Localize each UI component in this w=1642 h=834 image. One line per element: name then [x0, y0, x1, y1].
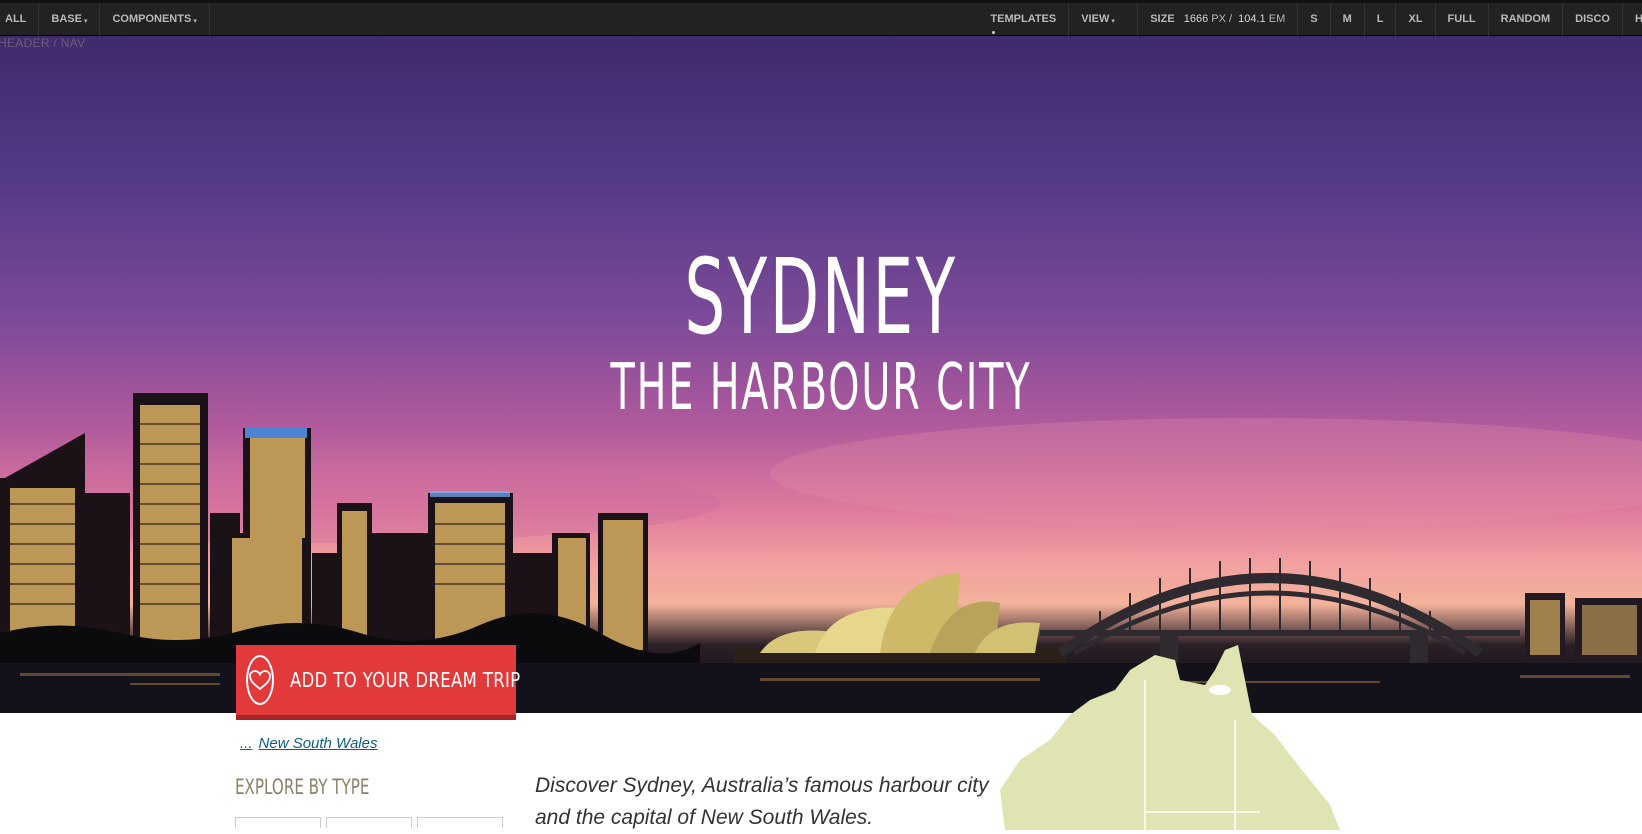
templates-menu[interactable]: TEMPLATES — [978, 3, 1070, 36]
dream-trip-label: Add to your dream trip — [290, 668, 521, 692]
size-px-input[interactable]: 1666 — [1184, 13, 1208, 25]
type-filter-tile[interactable] — [235, 817, 321, 828]
size-disco-label: DISCO — [1575, 13, 1610, 25]
size-xl-label: XL — [1408, 13, 1423, 25]
size-label: SIZE — [1150, 13, 1175, 25]
breadcrumb: ... New South Wales — [240, 735, 377, 752]
australia-map — [1000, 645, 1340, 830]
size-em-input[interactable]: 104.1 — [1238, 13, 1266, 25]
size-xl-button[interactable]: XL — [1396, 3, 1436, 36]
add-to-dream-trip-button[interactable]: Add to your dream trip — [236, 645, 520, 720]
nav-components-label: COMPONENTS — [112, 13, 192, 25]
nav-base-label: BASE — [51, 13, 82, 25]
size-h-button[interactable]: H — [1623, 3, 1642, 36]
nav-all-label: ALL — [5, 13, 27, 25]
size-m-button[interactable]: M — [1331, 3, 1365, 36]
size-random-label: RANDOM — [1500, 13, 1551, 25]
heart-outline-icon — [249, 670, 271, 691]
pattern-path-overlay: HEADER / NAV — [0, 36, 86, 50]
hero-subtitle: the Harbour City — [610, 351, 1032, 425]
size-random-button[interactable]: RANDOM — [1489, 3, 1564, 36]
view-label: VIEW — [1081, 13, 1110, 25]
caret-down-icon: ▾ — [83, 18, 88, 25]
pattern-lab-toolbar: ALL BASE ▾ COMPONENTS ▾ TEMPLATES VIEW ▾ SI… — [0, 0, 1642, 36]
size-px-unit: PX / — [1211, 13, 1233, 25]
nav-all[interactable]: ALL — [0, 3, 40, 36]
size-disco-button[interactable]: DISCO — [1563, 3, 1623, 36]
heart-icon — [246, 655, 274, 705]
view-menu[interactable]: VIEW ▾ — [1069, 3, 1139, 36]
breadcrumb-nsw-link[interactable]: New South Wales — [259, 735, 378, 752]
type-filter-tile[interactable] — [326, 817, 412, 828]
size-full-label: FULL — [1447, 13, 1476, 25]
toolbar-left-nav: ALL BASE ▾ COMPONENTS ▾ — [0, 3, 210, 36]
intro-paragraph: Discover Sydney, Australia’s famous harb… — [535, 774, 989, 829]
hero-banner: Sydney the Harbour City — [0, 33, 1642, 713]
nav-base[interactable]: BASE ▾ — [39, 3, 101, 36]
size-readout: SIZE 1666 PX / 104.1 EM — [1138, 3, 1299, 36]
active-indicator-dot — [992, 31, 996, 34]
caret-down-icon: ▾ — [193, 18, 197, 25]
size-l-label: L — [1376, 13, 1384, 25]
size-l-button[interactable]: L — [1365, 3, 1397, 36]
hero-title: Sydney — [684, 236, 958, 358]
type-filter-tile[interactable] — [417, 817, 503, 828]
size-full-button[interactable]: FULL — [1436, 3, 1489, 36]
caret-down-icon: ▾ — [1111, 18, 1115, 25]
size-s-button[interactable]: S — [1298, 3, 1331, 36]
nav-components[interactable]: COMPONENTS ▾ — [100, 3, 210, 36]
size-m-label: M — [1342, 13, 1352, 25]
size-em-unit: EM — [1268, 13, 1286, 25]
breadcrumb-ellipsis-link[interactable]: ... — [240, 735, 253, 752]
explore-by-type-heading: Explore by type — [235, 775, 370, 799]
size-h-label: H — [1635, 13, 1642, 25]
templates-label: TEMPLATES — [990, 13, 1057, 25]
size-s-label: S — [1310, 13, 1318, 25]
toolbar-right-controls: TEMPLATES VIEW ▾ SIZE 1666 PX / 104.1 EM … — [978, 3, 1642, 36]
